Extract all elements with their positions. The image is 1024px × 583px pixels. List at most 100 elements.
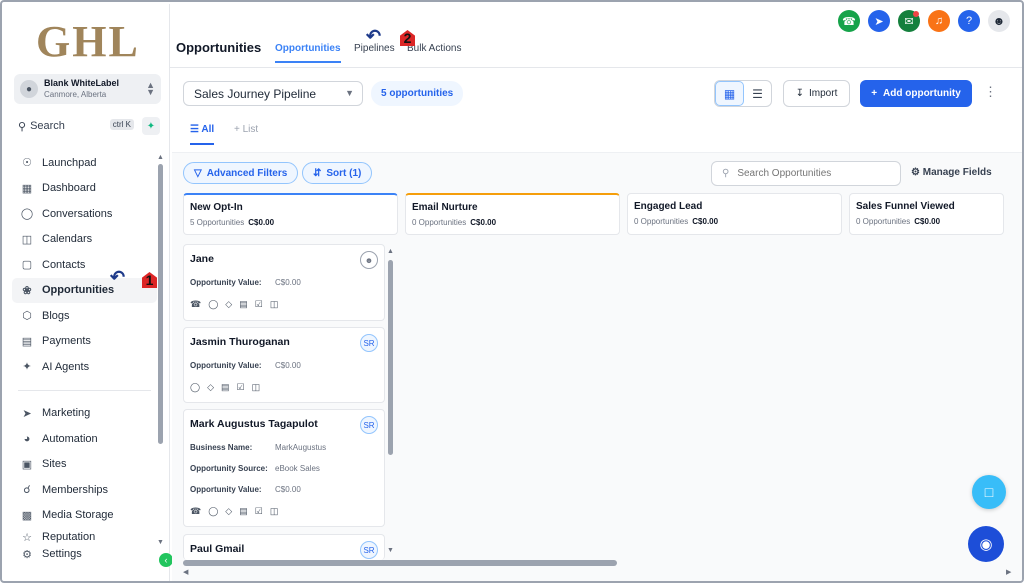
scroll-left-icon[interactable]: ◀ — [183, 568, 188, 576]
sidebar-item-media-storage[interactable]: ▩ Media Storage — [12, 503, 157, 529]
card-actions: ◯ ◇ ▤ ☑ ◫ — [190, 382, 378, 393]
sidebar-item-opportunities[interactable]: ❀ Opportunities — [12, 277, 157, 303]
payments-icon: ▤ — [21, 335, 33, 348]
chevron-down-icon: ▼ — [345, 88, 354, 98]
chat-icon[interactable]: ◯ — [208, 506, 218, 517]
search-icon: ⚲ — [18, 120, 27, 133]
sort-button[interactable]: ⇵ Sort (1) — [302, 162, 373, 184]
chat-icon[interactable]: ◯ — [190, 382, 200, 393]
tag-icon[interactable]: ◇ — [225, 299, 232, 310]
task-icon[interactable]: ☑ — [255, 506, 263, 517]
subtab-add-list[interactable]: + List — [234, 124, 258, 135]
sidebar-item-contacts[interactable]: ▢ Contacts — [12, 252, 157, 278]
sidebar-item-conversations[interactable]: ◯ Conversations — [12, 201, 157, 227]
opportunity-card[interactable]: Mark Augustus Tagapulot SR Business Name… — [183, 409, 385, 527]
column-value: C$0.00 — [470, 218, 497, 227]
contacts-icon: ▢ — [21, 259, 33, 272]
subtab-all[interactable]: ☰ All — [190, 124, 215, 145]
search-shortcut: ctrl K — [109, 119, 134, 130]
column-count: 0 Opportunities — [856, 217, 911, 226]
task-icon[interactable]: ☑ — [237, 382, 245, 393]
assign-user-icon[interactable]: ☻ — [360, 251, 378, 269]
automation-icon: ◕ — [23, 432, 31, 445]
search-opportunities-input[interactable] — [737, 168, 888, 179]
chat-icon: ◯ — [20, 208, 34, 221]
card-name: Paul Gmail — [190, 543, 245, 555]
opportunity-card[interactable]: Jasmin Thuroganan SR Opportunity Value: C… — [183, 327, 385, 403]
sidebar-item-memberships[interactable]: ☌ Memberships — [12, 477, 157, 503]
ai-sparkle-button[interactable]: ✦ — [142, 117, 160, 135]
column-scrollbar[interactable] — [388, 260, 393, 455]
list-view-icon[interactable]: ☰ — [744, 81, 771, 106]
import-button[interactable]: ↧ Import — [783, 80, 850, 107]
annotation-marker-2: 2 — [400, 30, 415, 47]
opportunity-card[interactable]: Jane ☻ Opportunity Value: C$0.00 ☎ ◯ ◇ ▤ ☑ ◫ — [183, 244, 385, 321]
calendar-icon[interactable]: ◫ — [252, 382, 261, 393]
sidebar-item-automation[interactable]: ◕ Automation — [12, 426, 157, 452]
manage-fields-button[interactable]: ⚙ Manage Fields — [911, 167, 992, 178]
sidebar-item-blogs[interactable]: ⬡ Blogs — [12, 303, 157, 329]
scroll-down-icon[interactable]: ▼ — [387, 547, 394, 554]
sidebar-item-reputation[interactable]: ☆ Reputation — [12, 528, 157, 546]
note-icon[interactable]: ▤ — [239, 299, 248, 310]
note-icon[interactable]: ▤ — [239, 506, 248, 517]
chat-widget-button[interactable]: ◉ — [968, 526, 1004, 562]
column-title: Sales Funnel Viewed — [856, 201, 955, 212]
annotation-arrow-icon: ↶ — [110, 267, 126, 287]
chat-icon[interactable]: ◯ — [208, 299, 218, 310]
pipeline-select[interactable]: Sales Journey Pipeline ▼ — [183, 81, 363, 106]
board-view-icon[interactable]: ▦ — [715, 81, 744, 106]
reputation-icon: ☆ — [22, 531, 32, 544]
scroll-up-icon[interactable]: ▲ — [387, 248, 394, 255]
tag-icon[interactable]: ◇ — [207, 382, 214, 393]
plus-icon: + — [234, 124, 243, 135]
owner-badge: SR — [360, 416, 378, 434]
sidebar-item-dashboard[interactable]: ▦ Dashboard — [12, 176, 157, 202]
sidebar-item-payments[interactable]: ▤ Payments — [12, 329, 157, 355]
sites-icon: ▣ — [21, 458, 33, 471]
tab-opportunities[interactable]: Opportunities — [275, 43, 341, 63]
scroll-up-icon[interactable]: ▲ — [157, 154, 164, 161]
phone-icon[interactable]: ☎ — [838, 10, 860, 32]
sidebar-scrollbar[interactable] — [158, 164, 163, 444]
bell-icon[interactable]: ♫ — [928, 10, 950, 32]
megaphone-icon[interactable]: ✉ — [898, 10, 920, 32]
sidebar-item-calendars[interactable]: ◫ Calendars — [12, 227, 157, 253]
help-icon[interactable]: ? — [958, 10, 980, 32]
card-actions: ☎ ◯ ◇ ▤ ☑ ◫ — [190, 506, 378, 517]
sidebar-nav: ☉ Launchpad ▦ Dashboard ◯ Conversations ◫ Ca… — [12, 150, 157, 562]
rocket-icon[interactable]: ➤ — [868, 10, 890, 32]
opportunity-card[interactable]: Paul Gmail SR — [183, 534, 385, 560]
column-sales-funnel-viewed: Sales Funnel Viewed 0 Opportunities C$0.0… — [849, 193, 1004, 235]
phone-icon[interactable]: ☎ — [190, 506, 201, 517]
calendar-icon[interactable]: ◫ — [270, 299, 279, 310]
sidebar-item-marketing[interactable]: ➤ Marketing — [12, 401, 157, 427]
sidebar-item-ai-agents[interactable]: ✦ AI Agents — [12, 354, 157, 380]
column-count: 5 Opportunities — [190, 218, 245, 227]
scroll-down-icon[interactable]: ▼ — [157, 539, 164, 546]
account-avatar-icon: ● — [20, 80, 38, 98]
sidebar-search[interactable]: ⚲ Search ctrl K — [14, 116, 136, 136]
sidebar-item-launchpad[interactable]: ☉ Launchpad — [12, 150, 157, 176]
tag-icon[interactable]: ◇ — [225, 506, 232, 517]
collapse-sidebar-button[interactable]: ‹ — [159, 553, 173, 567]
sidebar-item-sites[interactable]: ▣ Sites — [12, 452, 157, 478]
search-opportunities-field[interactable]: ⚲ — [711, 161, 901, 186]
list-icon: ☰ — [190, 124, 202, 135]
advanced-filters-button[interactable]: ▽ Advanced Filters — [183, 162, 299, 184]
user-avatar[interactable]: ☻ — [988, 10, 1010, 32]
board-horizontal-scrollbar[interactable] — [183, 560, 617, 566]
scroll-right-icon[interactable]: ▶ — [1006, 568, 1011, 576]
sidebar-item-settings[interactable]: ⚙ Settings — [12, 546, 157, 562]
card-name: Jane — [190, 253, 214, 265]
feedback-button[interactable]: □ — [972, 475, 1006, 509]
opportunities-icon: ❀ — [22, 284, 32, 297]
calendar-icon[interactable]: ◫ — [270, 506, 279, 517]
add-opportunity-button[interactable]: + Add opportunity — [860, 80, 972, 107]
more-options-icon[interactable]: ⋮ — [984, 84, 997, 100]
account-switcher[interactable]: ● Blank WhiteLabel Canmore, Alberta ▲ ▼ — [14, 74, 161, 104]
phone-icon[interactable]: ☎ — [190, 299, 201, 310]
note-icon[interactable]: ▤ — [221, 382, 230, 393]
tab-bulk-actions[interactable]: Bulk Actions — [407, 43, 461, 54]
task-icon[interactable]: ☑ — [255, 299, 263, 310]
